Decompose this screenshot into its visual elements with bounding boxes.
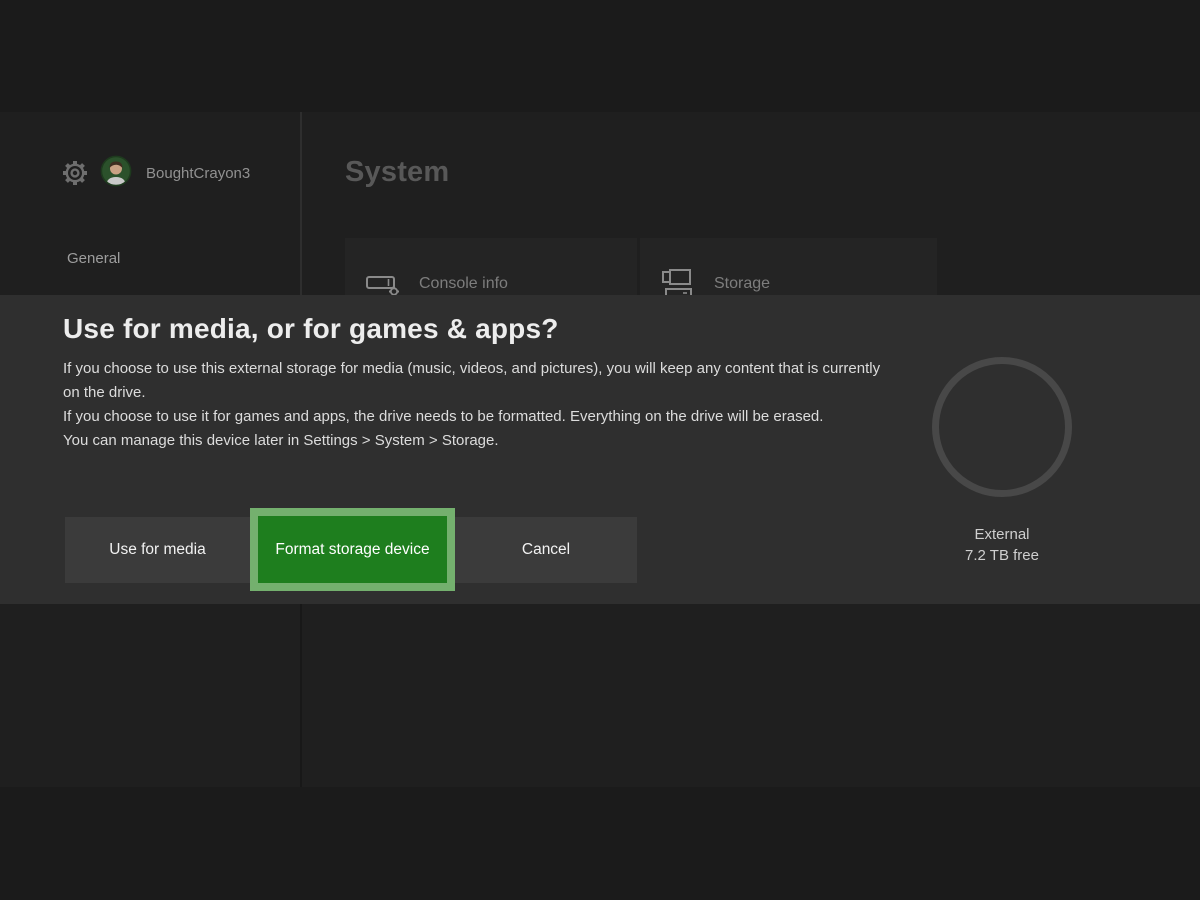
format-storage-dialog: Use for media, or for games & apps? If y…: [0, 295, 1200, 604]
drive-ring-icon: [932, 357, 1072, 497]
dialog-body-line: on the drive.: [63, 381, 880, 405]
page-title: System: [345, 156, 449, 189]
device-free-space: 7.2 TB free: [902, 545, 1102, 566]
settings-screen: BoughtCrayon3 General System Conso: [0, 112, 1200, 787]
device-label: External 7.2 TB free: [902, 524, 1102, 566]
cancel-button[interactable]: Cancel: [455, 517, 637, 583]
vertical-divider: [300, 604, 302, 787]
gamertag: BoughtCrayon3: [146, 165, 250, 182]
dialog-body-line: If you choose to use this external stora…: [63, 357, 880, 381]
vertical-divider: [300, 112, 302, 295]
use-for-media-button[interactable]: Use for media: [65, 517, 250, 583]
avatar: [100, 155, 132, 192]
gear-icon: [60, 158, 90, 188]
dialog-body-line: You can manage this device later in Sett…: [63, 429, 880, 453]
tile-label: Storage: [714, 275, 770, 293]
profile-row[interactable]: BoughtCrayon3: [60, 156, 250, 190]
device-name: External: [902, 524, 1102, 545]
dialog-body-line: If you choose to use it for games and ap…: [63, 405, 880, 429]
dialog-body: If you choose to use this external stora…: [63, 357, 880, 453]
tile-label: Console info: [419, 275, 508, 293]
format-storage-device-button[interactable]: Format storage device: [250, 508, 455, 591]
dialog-title: Use for media, or for games & apps?: [63, 313, 559, 345]
dialog-button-row: Use for media Format storage device Canc…: [65, 508, 637, 591]
sidebar-item-general[interactable]: General: [67, 250, 120, 267]
xbox-screenshot: BoughtCrayon3 General System Conso: [0, 0, 1200, 900]
